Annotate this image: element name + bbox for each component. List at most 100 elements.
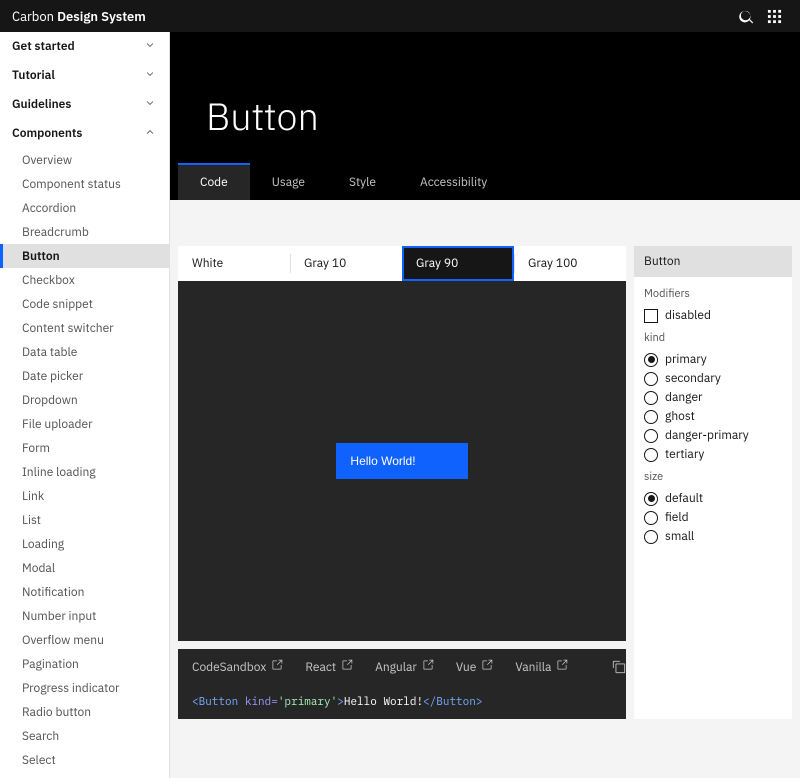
sidebar-item-overview[interactable]: Overview — [0, 148, 169, 172]
nav-group-tutorial[interactable]: Tutorial — [0, 61, 169, 90]
launch-icon — [422, 659, 434, 675]
code-link-angular[interactable]: Angular — [375, 659, 434, 675]
modifiers-label: Modifiers — [644, 287, 782, 301]
brand-prefix: Carbon — [12, 8, 54, 25]
radio-icon — [644, 429, 658, 443]
launch-icon — [341, 659, 353, 675]
sidebar-item-content-switcher[interactable]: Content switcher — [0, 316, 169, 340]
sidebar-item-form[interactable]: Form — [0, 436, 169, 460]
code-close-tag: </Button> — [423, 695, 482, 709]
tab-accessibility[interactable]: Accessibility — [398, 165, 509, 200]
size-label: size — [644, 470, 782, 484]
code-attr-name: kind — [245, 695, 271, 709]
props-panel: Button Modifiers disabled kind primarysecon… — [634, 246, 792, 719]
brand-suffix: Design System — [57, 8, 146, 25]
launch-icon — [556, 659, 568, 675]
code-attr-val: 'primary' — [278, 695, 337, 709]
radio-size-default[interactable]: default — [644, 489, 782, 508]
panel-title: Button — [634, 246, 792, 277]
page-title: Button — [206, 92, 800, 141]
code-link-react[interactable]: React — [305, 659, 353, 675]
demo-button[interactable]: Hello World! — [336, 443, 467, 479]
radio-kind-primary[interactable]: primary — [644, 350, 782, 369]
checkbox-disabled[interactable]: disabled — [644, 306, 782, 325]
component-preview: Hello World! — [178, 281, 626, 641]
launch-icon — [271, 659, 283, 675]
tab-code[interactable]: Code — [178, 163, 250, 200]
sidebar-item-code-snippet[interactable]: Code snippet — [0, 292, 169, 316]
theme-gray-90[interactable]: Gray 90 — [402, 246, 514, 281]
copy-icon[interactable] — [612, 660, 626, 674]
sidebar-item-inline-loading[interactable]: Inline loading — [0, 460, 169, 484]
sidebar-item-file-uploader[interactable]: File uploader — [0, 412, 169, 436]
sidebar-item-pagination[interactable]: Pagination — [0, 652, 169, 676]
sidebar-item-component-status[interactable]: Component status — [0, 172, 169, 196]
radio-icon — [644, 391, 658, 405]
radio-kind-ghost[interactable]: ghost — [644, 407, 782, 426]
radio-icon — [644, 511, 658, 525]
radio-icon — [644, 353, 658, 367]
sidebar-item-link[interactable]: Link — [0, 484, 169, 508]
sidebar-item-button[interactable]: Button — [0, 244, 169, 268]
radio-size-small[interactable]: small — [644, 527, 782, 546]
global-header: Carbon Design System — [0, 0, 800, 32]
sidebar-item-list[interactable]: List — [0, 508, 169, 532]
chevron-up-icon — [145, 126, 155, 141]
sidebar-item-overflow-menu[interactable]: Overflow menu — [0, 628, 169, 652]
theme-gray-10[interactable]: Gray 10 — [290, 246, 402, 281]
sidebar-nav: Get startedTutorialGuidelinesComponentsO… — [0, 32, 170, 778]
tab-usage[interactable]: Usage — [250, 165, 327, 200]
code-open-tag: <Button — [192, 695, 238, 709]
code-links-bar: CodeSandbox React Angular Vue Vanilla — [178, 649, 626, 685]
nav-group-components[interactable]: Components — [0, 119, 169, 148]
chevron-down-icon — [145, 68, 155, 83]
code-snippet: <Button kind='primary'>Hello World!</But… — [178, 685, 626, 719]
radio-icon — [644, 492, 658, 506]
launch-icon — [481, 659, 493, 675]
theme-white[interactable]: White — [178, 246, 290, 281]
nav-group-guidelines[interactable]: Guidelines — [0, 90, 169, 119]
sidebar-item-progress-indicator[interactable]: Progress indicator — [0, 676, 169, 700]
kind-label: kind — [644, 331, 782, 345]
radio-kind-danger-primary[interactable]: danger-primary — [644, 426, 782, 445]
sidebar-item-search[interactable]: Search — [0, 724, 169, 748]
main-content: Button CodeUsageStyleAccessibility White… — [170, 32, 800, 778]
theme-switcher: WhiteGray 10Gray 90Gray 100 — [178, 246, 626, 281]
radio-icon — [644, 448, 658, 462]
sidebar-item-number-input[interactable]: Number input — [0, 604, 169, 628]
sidebar-item-checkbox[interactable]: Checkbox — [0, 268, 169, 292]
nav-group-get-started[interactable]: Get started — [0, 32, 169, 61]
sidebar-item-radio-button[interactable]: Radio button — [0, 700, 169, 724]
radio-kind-tertiary[interactable]: tertiary — [644, 445, 782, 464]
sidebar-item-accordion[interactable]: Accordion — [0, 196, 169, 220]
radio-kind-danger[interactable]: danger — [644, 388, 782, 407]
sidebar-item-slider[interactable]: Slider — [0, 772, 169, 778]
sidebar-item-dropdown[interactable]: Dropdown — [0, 388, 169, 412]
sidebar-item-breadcrumb[interactable]: Breadcrumb — [0, 220, 169, 244]
chevron-down-icon — [145, 97, 155, 112]
radio-kind-secondary[interactable]: secondary — [644, 369, 782, 388]
radio-icon — [644, 530, 658, 544]
sidebar-item-select[interactable]: Select — [0, 748, 169, 772]
code-link-vue[interactable]: Vue — [456, 659, 493, 675]
sidebar-item-loading[interactable]: Loading — [0, 532, 169, 556]
radio-icon — [644, 372, 658, 386]
app-switcher-icon[interactable] — [760, 2, 788, 30]
page-tabs: CodeUsageStyleAccessibility — [170, 165, 800, 200]
checkbox-icon — [644, 309, 658, 323]
tab-style[interactable]: Style — [327, 165, 398, 200]
sidebar-item-notification[interactable]: Notification — [0, 580, 169, 604]
radio-icon — [644, 410, 658, 424]
page-hero: Button — [170, 32, 800, 165]
search-icon[interactable] — [732, 2, 760, 30]
chevron-down-icon — [145, 39, 155, 54]
sidebar-item-date-picker[interactable]: Date picker — [0, 364, 169, 388]
sidebar-item-data-table[interactable]: Data table — [0, 340, 169, 364]
code-link-vanilla[interactable]: Vanilla — [515, 659, 568, 675]
sidebar-item-modal[interactable]: Modal — [0, 556, 169, 580]
brand[interactable]: Carbon Design System — [12, 8, 146, 25]
code-text: Hello World! — [344, 695, 423, 709]
radio-size-field[interactable]: field — [644, 508, 782, 527]
code-link-codesandbox[interactable]: CodeSandbox — [192, 659, 283, 675]
theme-gray-100[interactable]: Gray 100 — [514, 246, 626, 281]
